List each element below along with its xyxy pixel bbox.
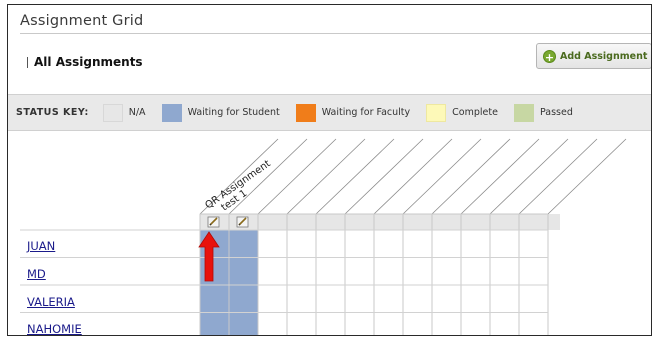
edit-icon[interactable]	[207, 216, 220, 228]
assignment-grid: QR Assignment test 1	[20, 138, 627, 336]
add-assignment-button[interactable]: + Add Assignment	[536, 43, 651, 69]
grid-cells	[20, 213, 560, 336]
status-key-waiting-student: Waiting for Student	[161, 103, 280, 122]
assignment-grid-panel: Assignment Grid All Assignments + Add As…	[7, 4, 652, 336]
status-key-bar: STATUS KEY: N/A Waiting for Student Wait…	[8, 94, 651, 131]
header-diagonal	[344, 138, 424, 215]
status-waiting-faculty-label: Waiting for Faculty	[321, 107, 411, 118]
edit-icon[interactable]	[236, 216, 249, 228]
status-key-complete: Complete	[426, 103, 498, 122]
header-diagonal	[402, 138, 482, 215]
student-link-valeria[interactable]: VALERIA	[27, 295, 75, 309]
student-link-juan[interactable]: JUAN	[27, 239, 55, 253]
title-divider	[20, 33, 651, 34]
status-key-passed: Passed	[513, 103, 573, 122]
red-arrow-up-icon	[198, 231, 220, 282]
header-diagonal	[518, 138, 598, 215]
swatch-passed	[513, 103, 534, 122]
swatch-waiting-student	[161, 103, 182, 122]
student-link-md[interactable]: MD	[27, 267, 46, 281]
status-passed-label: Passed	[539, 107, 573, 118]
page-title: Assignment Grid	[20, 13, 144, 29]
breadcrumb: All Assignments	[27, 55, 143, 69]
breadcrumb-marker	[27, 56, 28, 68]
header-diagonal	[257, 138, 337, 215]
header-diagonal	[373, 138, 453, 215]
add-assignment-label: Add Assignment	[560, 50, 648, 62]
header-diagonal	[489, 138, 569, 215]
status-key-label: STATUS KEY:	[16, 107, 89, 118]
header-diagonal	[286, 138, 366, 215]
status-column-waiting-student[interactable]	[229, 230, 258, 336]
header-diagonal	[315, 138, 395, 215]
status-key-waiting-faculty: Waiting for Faculty	[295, 103, 411, 122]
swatch-waiting-faculty	[295, 103, 316, 122]
swatch-na	[102, 103, 123, 122]
header-diagonal	[547, 138, 627, 215]
status-key-na: N/A	[102, 103, 146, 122]
breadcrumb-all-assignments[interactable]: All Assignments	[34, 55, 143, 69]
status-na-label: N/A	[128, 107, 146, 118]
status-waiting-student-label: Waiting for Student	[187, 107, 280, 118]
status-complete-label: Complete	[452, 107, 498, 118]
student-link-nahomie[interactable]: NAHOMIE	[27, 322, 82, 335]
column-header-diagonals	[199, 138, 627, 215]
header-diagonal	[460, 138, 540, 215]
plus-circle-icon: +	[543, 49, 556, 64]
header-diagonal	[431, 138, 511, 215]
icon-row-background	[200, 214, 560, 230]
swatch-complete	[426, 103, 447, 122]
